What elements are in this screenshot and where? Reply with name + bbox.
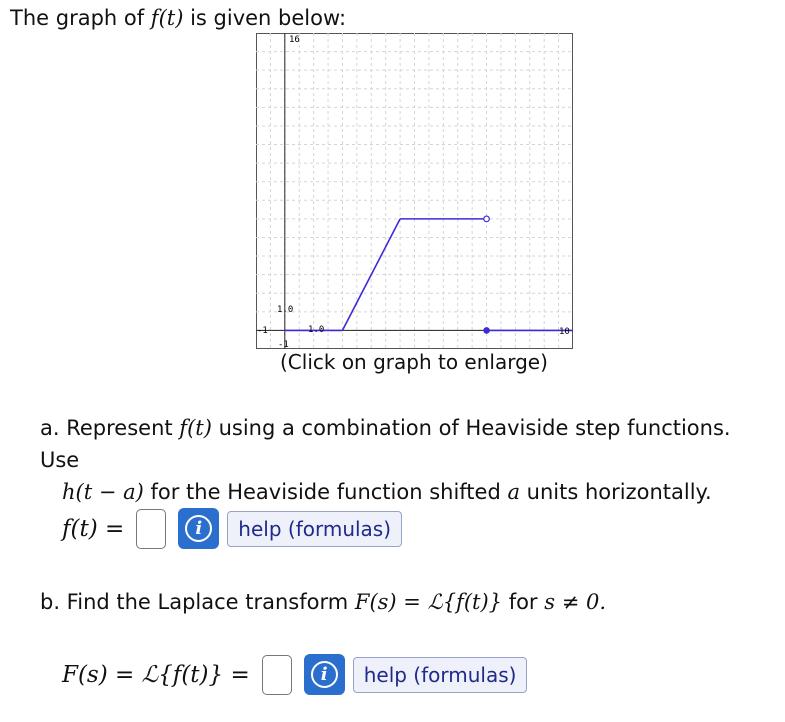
enlarge-graph-link[interactable]: (Click on graph to enlarge) [280,350,548,374]
open-endpoint [483,215,490,223]
part-a-info-button[interactable]: i [178,508,220,549]
part-a-answer-row: f(t) = i help (formulas) [62,508,403,549]
intro-post: is given below: [183,6,347,30]
part-a-var-a: a [507,480,520,504]
tick-label-x-unit: 1.0 [308,325,324,335]
tick-label-x-left: -1 [257,326,268,336]
tick-label-x-right: 10 [559,327,570,337]
part-b-math: F(s) = ℒ{f(t)} [354,590,503,614]
graph[interactable]: 16 1.0 -1 1.0 10 -1 [256,33,573,349]
part-b-text-2: for [502,590,545,614]
tick-label-y-bottom: -1 [278,340,289,349]
part-a-line-2: h(t − a) for the Heaviside function shif… [40,476,770,508]
intro-text: The graph of f(t) is given below: [10,6,346,30]
part-a-text-3: for the Heaviside function shifted [143,480,508,504]
part-a-answer-input[interactable] [136,508,167,549]
part-b-text-1: b. Find the Laplace transform [40,590,355,614]
part-a-text-1: a. Represent [40,416,180,440]
part-b-question: b. Find the Laplace transform F(s) = ℒ{f… [40,590,606,614]
intro-fn: f(t) [150,6,184,30]
part-a-answer-label: f(t) = [62,515,125,542]
info-icon: i [310,661,338,688]
part-b-answer-label: F(s) = ℒ{f(t)} = [62,661,250,688]
part-a-fn: f(t) [179,416,212,440]
closed-endpoint [483,327,490,334]
tick-label-y-unit: 1.0 [277,305,293,315]
tick-label-y-top: 16 [289,35,300,45]
part-b-answer-row: F(s) = ℒ{f(t)} = i help (formulas) [62,654,528,695]
part-b-condition: s ≠ 0. [544,590,607,614]
intro-pre: The graph of [10,6,151,30]
part-a-question: a. Represent f(t) using a combination of… [40,412,770,508]
part-b-info-button[interactable]: i [303,654,345,695]
part-b-answer-input[interactable] [261,654,292,695]
part-a-help-button[interactable]: help (formulas) [227,510,403,547]
info-icon: i [185,515,213,542]
part-b-help-button[interactable]: help (formulas) [352,656,528,693]
part-a-heaviside: h(t − a) [62,480,144,504]
part-a-text-4: units horizontally. [520,480,712,504]
